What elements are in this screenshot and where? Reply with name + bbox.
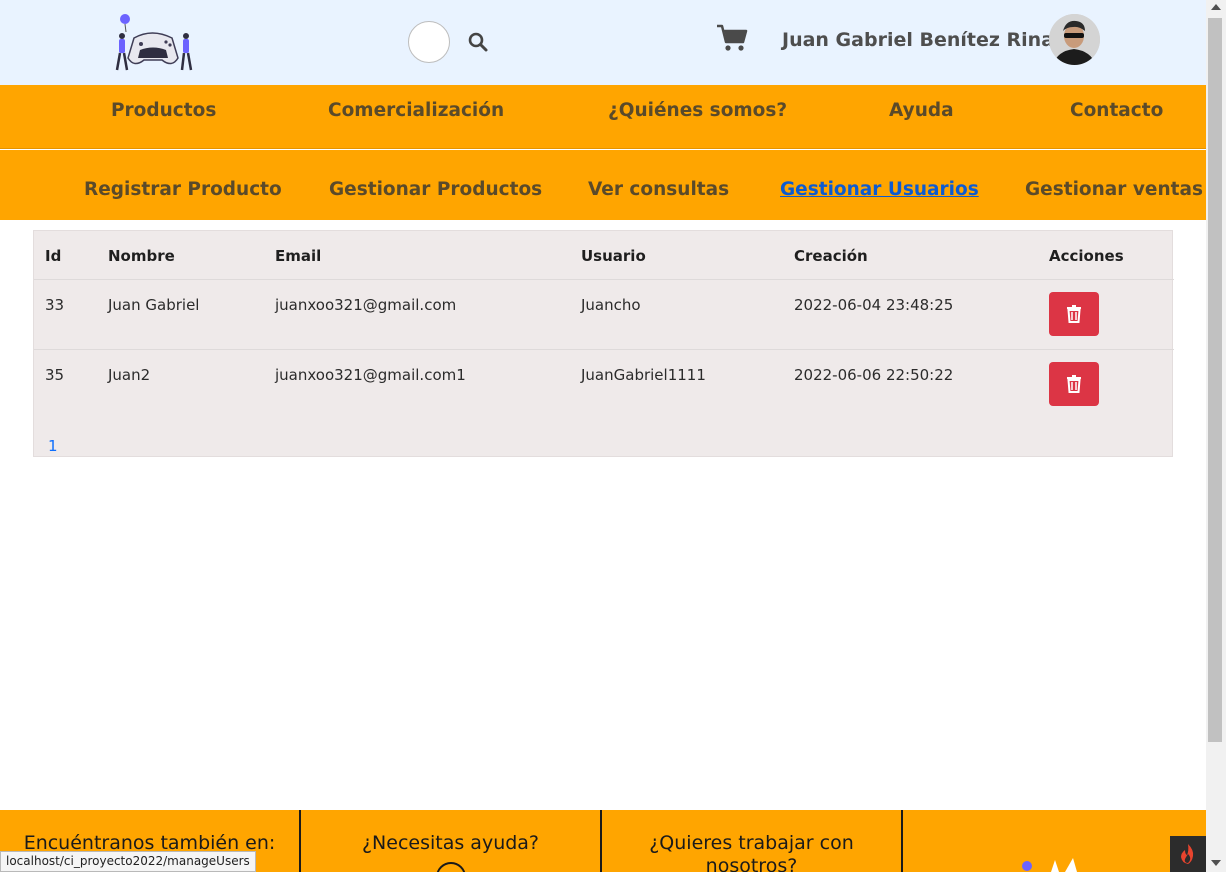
cell-email: juanxoo321@gmail.com1 bbox=[275, 366, 466, 384]
nav-registrar-producto[interactable]: Registrar Producto bbox=[84, 179, 282, 200]
nav-ver-consultas[interactable]: Ver consultas bbox=[588, 179, 729, 200]
cell-id: 35 bbox=[45, 366, 65, 384]
delete-user-button[interactable] bbox=[1049, 362, 1099, 406]
footer-logo-column bbox=[903, 810, 1206, 872]
debug-toolbar-button[interactable] bbox=[1170, 836, 1206, 872]
cell-creacion: 2022-06-04 23:48:25 bbox=[794, 296, 954, 314]
cell-nombre: Juan2 bbox=[108, 366, 151, 384]
nav-quienes-somos[interactable]: ¿Quiénes somos? bbox=[608, 100, 787, 121]
main-nav: Productos Comercialización ¿Quiénes somo… bbox=[0, 85, 1206, 149]
help-icon[interactable] bbox=[436, 862, 466, 872]
cell-email: juanxoo321@gmail.com bbox=[275, 296, 457, 314]
cell-creacion: 2022-06-06 22:50:22 bbox=[794, 366, 954, 384]
trash-icon bbox=[1067, 305, 1081, 323]
nav-gestionar-ventas[interactable]: Gestionar ventas bbox=[1025, 179, 1203, 200]
admin-nav: Registrar Producto Gestionar Productos V… bbox=[0, 150, 1206, 220]
nav-productos[interactable]: Productos bbox=[111, 100, 216, 121]
cell-nombre: Juan Gabriel bbox=[108, 296, 200, 314]
footer-logo-icon bbox=[1022, 858, 1077, 872]
nav-contacto[interactable]: Contacto bbox=[1070, 100, 1163, 121]
table-row: 33 Juan Gabriel juanxoo321@gmail.com Jua… bbox=[34, 279, 1174, 349]
footer-jobs-column: ¿Quieres trabajar con nosotros? bbox=[602, 810, 903, 872]
nav-ayuda[interactable]: Ayuda bbox=[889, 100, 954, 121]
nav-comercializacion[interactable]: Comercialización bbox=[328, 100, 504, 121]
footer-help-title: ¿Necesitas ayuda? bbox=[361, 832, 540, 854]
cell-id: 33 bbox=[45, 296, 65, 314]
col-header-acciones: Acciones bbox=[1049, 247, 1124, 265]
col-header-id: Id bbox=[45, 247, 62, 265]
col-header-nombre: Nombre bbox=[108, 247, 175, 265]
scroll-down-arrow-icon[interactable] bbox=[1211, 860, 1221, 866]
status-bar-url: localhost/ci_proyecto2022/manageUsers bbox=[0, 851, 256, 872]
search-icon[interactable] bbox=[466, 30, 490, 54]
cell-usuario: JuanGabriel1111 bbox=[581, 366, 706, 384]
user-avatar[interactable] bbox=[1049, 14, 1100, 65]
page-scrollbar[interactable] bbox=[1206, 0, 1226, 872]
cart-icon[interactable] bbox=[716, 24, 748, 52]
table-row: 35 Juan2 juanxoo321@gmail.com1 JuanGabri… bbox=[34, 349, 1174, 419]
delete-user-button[interactable] bbox=[1049, 292, 1099, 336]
col-header-email: Email bbox=[275, 247, 322, 265]
col-header-creacion: Creación bbox=[794, 247, 868, 265]
footer-help-column: ¿Necesitas ayuda? bbox=[301, 810, 602, 872]
cell-usuario: Juancho bbox=[581, 296, 641, 314]
flame-icon bbox=[1181, 844, 1194, 864]
search-toggle[interactable] bbox=[408, 21, 450, 63]
scroll-up-arrow-icon[interactable] bbox=[1211, 4, 1221, 10]
users-table: Id Nombre Email Usuario Creación Accione… bbox=[33, 230, 1174, 457]
scroll-thumb[interactable] bbox=[1208, 18, 1222, 742]
col-header-usuario: Usuario bbox=[581, 247, 646, 265]
pagination-page-link[interactable]: 1 bbox=[48, 437, 58, 455]
nav-gestionar-productos[interactable]: Gestionar Productos bbox=[329, 179, 542, 200]
footer-jobs-title: ¿Quieres trabajar con nosotros? bbox=[649, 832, 854, 872]
site-header: Juan Gabriel Benítez Rinas bbox=[0, 0, 1206, 85]
trash-icon bbox=[1067, 375, 1081, 393]
gamepad-logo[interactable] bbox=[106, 12, 198, 74]
nav-gestionar-usuarios[interactable]: Gestionar Usuarios bbox=[780, 179, 979, 200]
user-name[interactable]: Juan Gabriel Benítez Rinas bbox=[782, 29, 1065, 51]
